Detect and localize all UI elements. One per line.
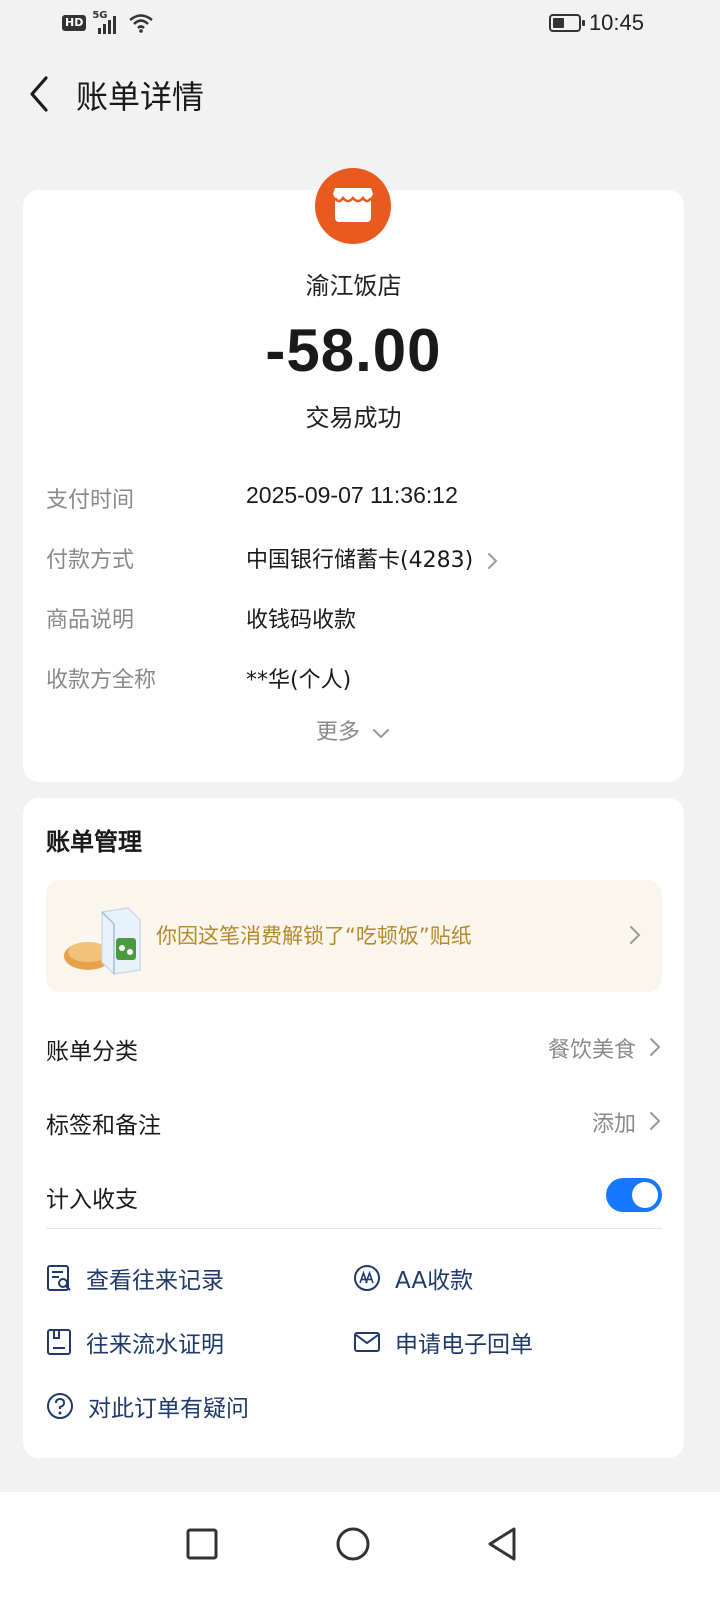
detail-value: 中国银行储蓄卡(4283) (246, 548, 474, 573)
include-label: 计入收支 (46, 1187, 138, 1213)
chevron-right-icon (488, 553, 498, 569)
view-records-button[interactable]: 查看往来记录 (46, 1258, 224, 1298)
detail-label: 支付时间 (46, 488, 135, 513)
chevron-left-icon (30, 76, 48, 112)
chevron-down-icon (373, 729, 389, 739)
sticker-image (64, 907, 141, 975)
back-button[interactable] (20, 74, 60, 114)
wifi-icon (129, 14, 154, 33)
shop-icon (333, 188, 373, 222)
status-bar: HD 5G 10:45 (0, 0, 720, 50)
e-receipt-button[interactable]: 申请电子回单 (353, 1322, 533, 1362)
recents-button[interactable] (172, 1514, 232, 1574)
app-header: 账单详情 (0, 60, 720, 130)
detail-value: 2025-09-07 11:36:12 (246, 482, 458, 508)
tags-notes-row[interactable]: 标签和备注 添加 (46, 1096, 662, 1146)
action-label: 对此订单有疑问 (88, 1396, 249, 1422)
more-button[interactable]: 更多 (23, 714, 684, 746)
question-icon (47, 1393, 73, 1419)
order-question-button[interactable]: 对此订单有疑问 (46, 1386, 249, 1426)
aa-icon (354, 1265, 380, 1291)
nav-back-button[interactable] (472, 1514, 532, 1574)
toggle-knob (632, 1182, 658, 1208)
records-icon (47, 1265, 71, 1291)
battery-icon (548, 14, 585, 32)
merchant-name: 渝江饭店 (305, 272, 402, 300)
statement-icon (47, 1329, 71, 1355)
merchant-logo (315, 168, 391, 244)
tags-label: 标签和备注 (46, 1113, 161, 1139)
status-left: HD 5G (62, 10, 154, 34)
bill-management-card: 账单管理 你因这笔消费解锁了“吃顿饭”贴纸 账单分类 餐饮美食 标签和备注 添加 (23, 798, 684, 1458)
status-right: 10:45 (548, 10, 644, 36)
detail-row-payee: 收款方全称 **华(个人) (46, 656, 666, 696)
chevron-right-icon (650, 1038, 661, 1056)
triangle-back-icon (488, 1527, 516, 1561)
circle-icon (336, 1527, 370, 1561)
detail-row-payment-method[interactable]: 付款方式 中国银行储蓄卡(4283) (46, 536, 666, 576)
aa-collect-button[interactable]: AA收款 (353, 1258, 473, 1298)
square-icon (186, 1528, 218, 1560)
action-label: 申请电子回单 (395, 1332, 533, 1358)
system-nav-bar (0, 1492, 720, 1600)
category-row[interactable]: 账单分类 餐饮美食 (46, 1022, 662, 1072)
detail-label: 商品说明 (46, 608, 135, 633)
detail-row-time: 支付时间 2025-09-07 11:36:12 (46, 476, 666, 516)
action-label: 往来流水证明 (86, 1332, 224, 1358)
hd-badge: HD (62, 15, 87, 31)
detail-label: 付款方式 (46, 548, 135, 573)
action-label: 查看往来记录 (86, 1268, 224, 1294)
detail-value: **华(个人) (246, 668, 352, 693)
signal-icon: 5G (92, 10, 122, 34)
action-label: AA收款 (395, 1268, 474, 1294)
section-title: 账单管理 (46, 828, 142, 856)
payment-method-wrap: 中国银行储蓄卡(4283) (246, 542, 500, 574)
home-button[interactable] (323, 1514, 383, 1574)
transaction-status: 交易成功 (305, 404, 402, 432)
mail-icon (354, 1332, 380, 1352)
sticker-text: 你因这笔消费解锁了“吃顿饭”贴纸 (156, 924, 472, 948)
tags-value: 添加 (591, 1112, 636, 1137)
more-label: 更多 (315, 720, 360, 745)
sticker-banner[interactable]: 你因这笔消费解锁了“吃顿饭”贴纸 (46, 880, 662, 992)
page-title: 账单详情 (76, 78, 205, 116)
divider (46, 1228, 662, 1229)
chevron-right-icon (630, 926, 641, 944)
transaction-amount: -58.00 (265, 317, 442, 384)
chevron-right-icon (650, 1112, 661, 1130)
include-in-stats-row: 计入收支 (46, 1170, 662, 1220)
transaction-card: 渝江饭店 -58.00 交易成功 支付时间 2025-09-07 11:36:1… (23, 168, 684, 782)
detail-label: 收款方全称 (46, 668, 157, 693)
category-value: 餐饮美食 (547, 1038, 636, 1063)
category-label: 账单分类 (46, 1039, 138, 1065)
status-time: 10:45 (588, 10, 644, 35)
detail-row-description: 商品说明 收钱码收款 (46, 596, 666, 636)
include-toggle[interactable] (606, 1178, 662, 1212)
detail-value: 收钱码收款 (246, 608, 357, 633)
statement-proof-button[interactable]: 往来流水证明 (46, 1322, 224, 1362)
